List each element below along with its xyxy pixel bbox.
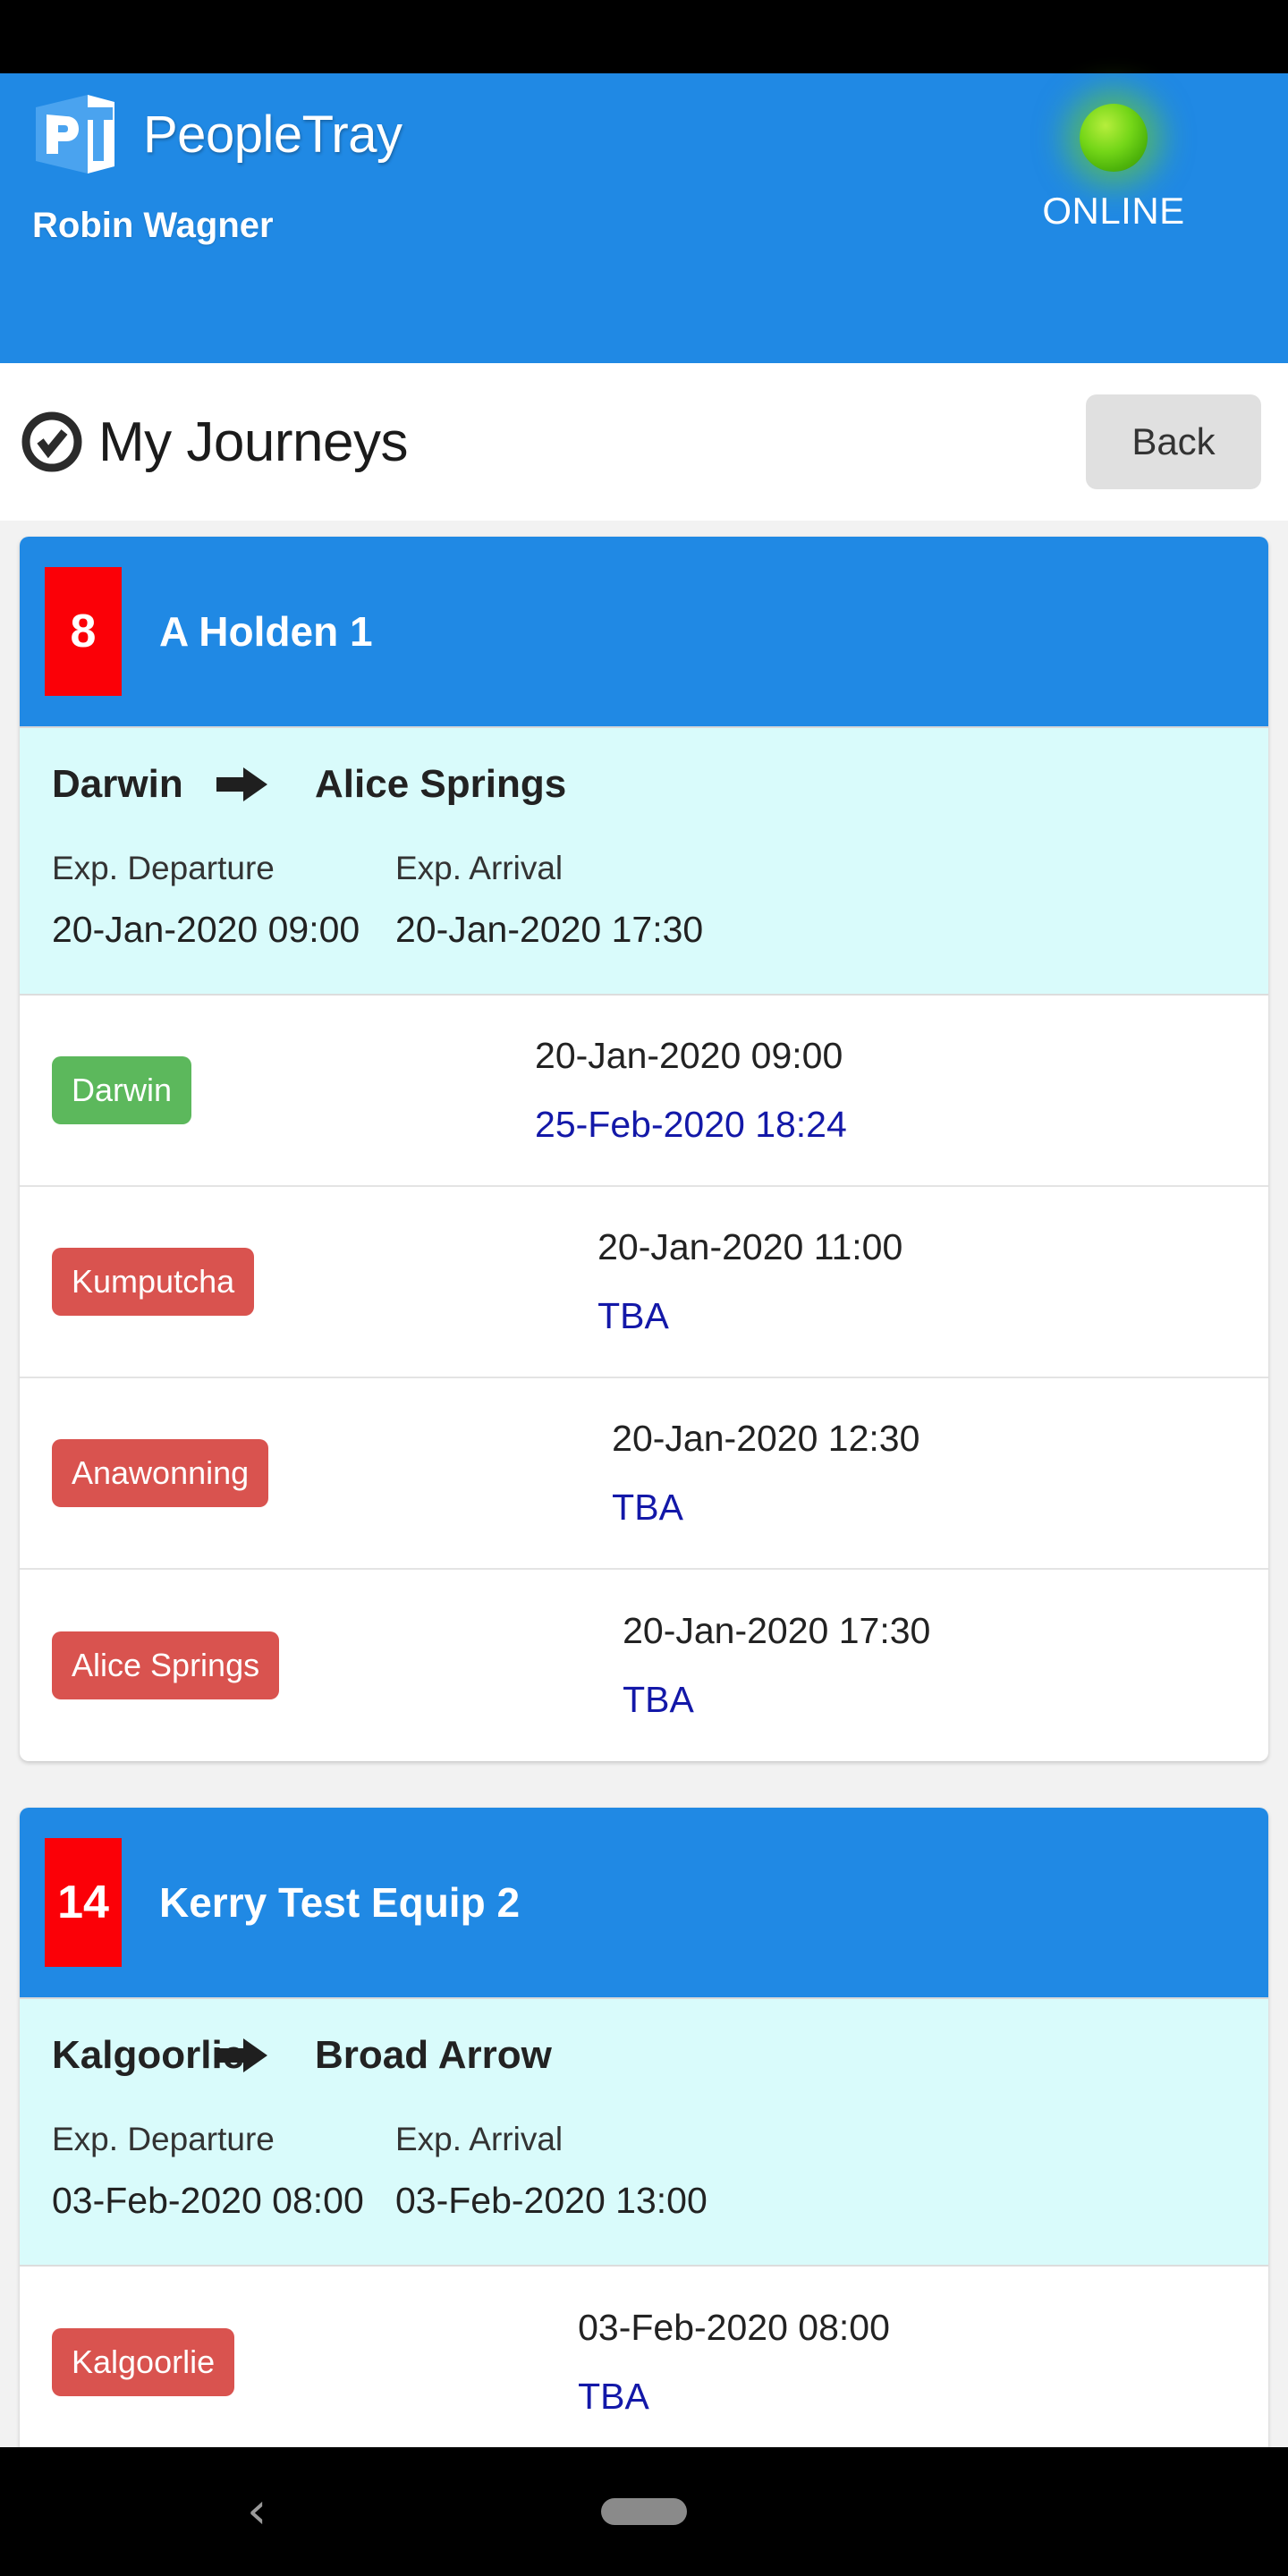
arrow-right-icon <box>216 2037 279 2074</box>
stop-scheduled-time: 20-Jan-2020 12:30 <box>612 1418 920 1459</box>
online-status-dot-icon <box>1080 104 1148 172</box>
arrival-value: 20-Jan-2020 17:30 <box>395 909 704 950</box>
journey-stop-row[interactable]: Alice Springs 20-Jan-2020 17:30 TBA <box>20 1570 1268 1761</box>
route-departure: Exp. Departure 03-Feb-2020 08:00 <box>52 2121 395 2222</box>
route-destination: Alice Springs <box>315 762 567 806</box>
online-status-label: ONLINE <box>1042 190 1185 232</box>
departure-value: 20-Jan-2020 09:00 <box>52 909 360 950</box>
screen-clip: PeopleTray ONLINE Robin Wagner My Journe… <box>0 0 1288 2447</box>
nav-back-icon[interactable]: ‹ <box>247 2487 267 2537</box>
brand-name: PeopleTray <box>143 105 402 164</box>
stop-times: 20-Jan-2020 09:00 25-Feb-2020 18:24 <box>535 1035 1236 1146</box>
page-title-group: My Journeys <box>21 411 1086 474</box>
stop-times: 20-Jan-2020 17:30 TBA <box>623 1610 1236 1721</box>
stop-status-pill[interactable]: Kalgoorlie <box>52 2328 235 2396</box>
phone-screen: PeopleTray ONLINE Robin Wagner My Journe… <box>0 0 1288 2576</box>
journey-stop-row[interactable]: Kalgoorlie 03-Feb-2020 08:00 TBA <box>20 2267 1268 2447</box>
journey-number-badge: 8 <box>45 567 122 696</box>
back-button[interactable]: Back <box>1086 394 1261 489</box>
arrival-label: Exp. Arrival <box>395 850 564 886</box>
journey-list: 8 A Holden 1 Darwin Alice Springs Exp. D… <box>0 521 1288 2447</box>
stop-status-pill[interactable]: Anawonning <box>52 1439 269 1507</box>
route-arrival: Exp. Arrival 03-Feb-2020 13:00 <box>395 2121 987 2222</box>
stop-actual-time: TBA <box>597 1295 669 1336</box>
departure-label: Exp. Departure <box>52 2121 275 2157</box>
journey-route-summary: Darwin Alice Springs Exp. Departure 20-J… <box>20 728 1268 996</box>
system-navigation-bar: ‹ <box>0 2447 1288 2576</box>
stop-actual-time: TBA <box>612 1487 683 1528</box>
page-title: My Journeys <box>98 411 408 473</box>
route-endpoints: Darwin Alice Springs <box>52 762 1236 807</box>
stop-times: 20-Jan-2020 12:30 TBA <box>612 1418 1236 1529</box>
journey-card[interactable]: 8 A Holden 1 Darwin Alice Springs Exp. D… <box>20 537 1268 1761</box>
app-header: PeopleTray ONLINE Robin Wagner <box>0 73 1288 363</box>
stop-scheduled-time: 20-Jan-2020 09:00 <box>535 1035 843 1076</box>
journey-stop-row[interactable]: Anawonning 20-Jan-2020 12:30 TBA <box>20 1378 1268 1570</box>
route-origin: Kalgoorlie <box>52 2033 245 2077</box>
online-status: ONLINE <box>1024 89 1203 233</box>
status-dot-wrap <box>1024 89 1203 186</box>
check-circle-icon <box>21 411 82 472</box>
stop-actual-time: 25-Feb-2020 18:24 <box>535 1104 847 1145</box>
route-times: Exp. Departure 03-Feb-2020 08:00 Exp. Ar… <box>52 2121 1236 2222</box>
stop-status-pill[interactable]: Alice Springs <box>52 1631 280 1699</box>
departure-value: 03-Feb-2020 08:00 <box>52 2180 364 2221</box>
nav-home-pill-icon[interactable] <box>601 2498 687 2525</box>
route-origin: Darwin <box>52 762 183 806</box>
journey-card[interactable]: 14 Kerry Test Equip 2 Kalgoorlie Broad A… <box>20 1808 1268 2447</box>
journey-name: Kerry Test Equip 2 <box>159 1879 521 1926</box>
journey-card-header[interactable]: 14 Kerry Test Equip 2 <box>20 1808 1268 1999</box>
stop-scheduled-time: 20-Jan-2020 17:30 <box>623 1610 931 1651</box>
stop-actual-time: TBA <box>578 2376 649 2417</box>
route-destination: Broad Arrow <box>315 2033 552 2077</box>
departure-label: Exp. Departure <box>52 850 275 886</box>
journey-card-header[interactable]: 8 A Holden 1 <box>20 537 1268 728</box>
route-arrival: Exp. Arrival 20-Jan-2020 17:30 <box>395 850 987 951</box>
stop-scheduled-time: 03-Feb-2020 08:00 <box>578 2307 890 2348</box>
stop-actual-time: TBA <box>623 1679 694 1720</box>
stop-times: 03-Feb-2020 08:00 TBA <box>578 2307 1236 2418</box>
journey-stop-row[interactable]: Darwin 20-Jan-2020 09:00 25-Feb-2020 18:… <box>20 996 1268 1187</box>
journey-name: A Holden 1 <box>159 608 373 655</box>
arrival-value: 03-Feb-2020 13:00 <box>395 2180 708 2221</box>
stop-scheduled-time: 20-Jan-2020 11:00 <box>597 1226 903 1267</box>
journey-number-badge: 14 <box>45 1838 122 1967</box>
stop-status-pill[interactable]: Kumputcha <box>52 1248 255 1316</box>
arrival-label: Exp. Arrival <box>395 2121 564 2157</box>
route-endpoints: Kalgoorlie Broad Arrow <box>52 2033 1236 2078</box>
stop-status-pill[interactable]: Darwin <box>52 1056 192 1124</box>
status-bar <box>0 0 1288 73</box>
route-times: Exp. Departure 20-Jan-2020 09:00 Exp. Ar… <box>52 850 1236 951</box>
page-title-bar: My Journeys Back <box>0 363 1288 521</box>
arrow-right-icon <box>216 766 279 803</box>
peopletray-logo-icon <box>32 93 118 175</box>
route-departure: Exp. Departure 20-Jan-2020 09:00 <box>52 850 395 951</box>
stop-times: 20-Jan-2020 11:00 TBA <box>597 1226 1236 1337</box>
journey-stop-row[interactable]: Kumputcha 20-Jan-2020 11:00 TBA <box>20 1187 1268 1378</box>
journey-route-summary: Kalgoorlie Broad Arrow Exp. Departure 03… <box>20 1999 1268 2267</box>
